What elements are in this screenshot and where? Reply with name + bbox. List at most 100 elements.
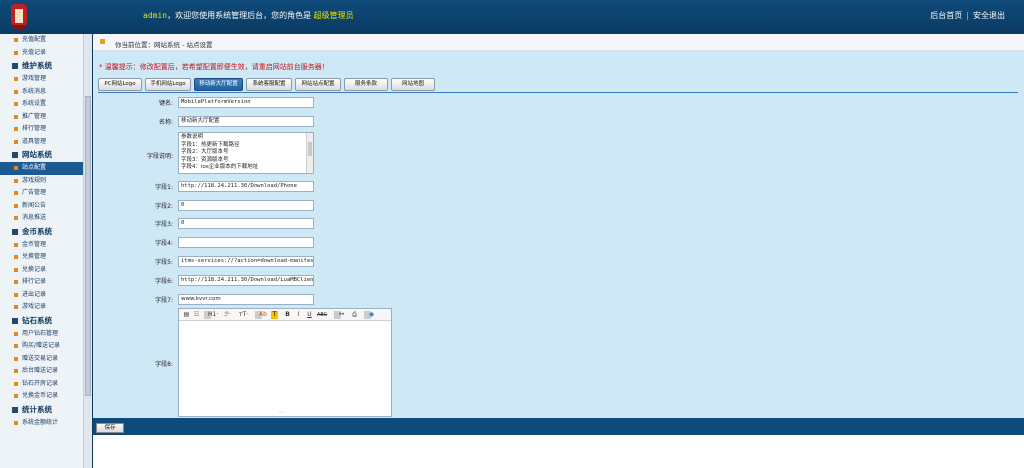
sidebar-item[interactable]: 购买/赠送记录	[0, 340, 83, 353]
sidebar-item[interactable]: 充值配置	[0, 34, 83, 47]
sidebar-item[interactable]: 排行记录	[0, 276, 83, 289]
font-size-button[interactable]: ᴛT·	[239, 311, 248, 319]
sidebar-item[interactable]: 游戏管理	[0, 73, 83, 86]
bullet-icon	[14, 292, 18, 297]
group-icon	[12, 228, 18, 235]
bullet-icon	[14, 381, 18, 386]
resize-handle-icon[interactable]: ⋯	[279, 411, 289, 416]
sidebar-label: 充值记录	[22, 48, 47, 56]
sidebar-item[interactable]: 兑换金币记录	[0, 390, 83, 403]
sidebar-item[interactable]: 用户钻石管理	[0, 328, 83, 341]
field2-input[interactable]: 0	[178, 200, 314, 211]
field8-label: 字段8:	[155, 361, 173, 368]
sidebar-group[interactable]: 统计系统	[0, 403, 83, 417]
sidebar-item[interactable]: 广告管理	[0, 187, 83, 200]
font-family-button[interactable]: ℱ·	[224, 311, 231, 319]
sidebar-label: 游戏规则	[22, 176, 47, 184]
sidebar-item[interactable]: 推广管理	[0, 111, 83, 124]
save-button[interactable]: 保存	[96, 423, 124, 433]
logout-link[interactable]: 安全退出	[973, 11, 1005, 20]
bullet-icon	[14, 114, 18, 119]
field7-input[interactable]: www.kvvr.com	[178, 294, 314, 305]
sidebar-label: 兑换管理	[22, 253, 47, 260]
sidebar-label: 广告管理	[22, 189, 47, 196]
sidebar-label: 赠送交易记录	[22, 354, 59, 362]
sidebar-item[interactable]: 游戏规则	[0, 175, 83, 188]
sidebar-group[interactable]: 网站系统	[0, 148, 83, 162]
italic-button[interactable]: I	[295, 311, 302, 319]
field2-label: 字段2:	[155, 203, 173, 210]
heading-button[interactable]: H1·	[208, 311, 218, 319]
field3-input[interactable]: 0	[178, 218, 314, 229]
sidebar-item[interactable]: 赠送交易记录	[0, 353, 83, 366]
tab-terms[interactable]: 服务条款	[344, 78, 388, 91]
bullet-icon	[14, 356, 18, 361]
name-input[interactable]: 移动新大厅配置	[178, 116, 314, 127]
link-icon[interactable]: ⚯	[338, 311, 345, 319]
scrollbar-thumb[interactable]	[85, 96, 91, 396]
sidebar-item[interactable]: 兑换管理	[0, 251, 83, 264]
field6-label: 字段6:	[155, 278, 173, 285]
tab-mobile-logo[interactable]: 手机网站Logo	[145, 78, 191, 91]
bullet-icon	[14, 50, 18, 55]
sidebar-item[interactable]: 游戏记录	[0, 301, 83, 314]
sidebar-scrollbar[interactable]	[83, 34, 92, 468]
sidebar-label: 金币管理	[22, 240, 47, 248]
sidebar-item[interactable]: 充值记录	[0, 47, 83, 60]
field8-editor[interactable]: ▤ ☷ H1· ℱ· ᴛT· Ab T B I U ABC ⚯ ⎙ ◉ ⋯	[178, 308, 392, 417]
underline-button[interactable]: U	[306, 311, 313, 319]
sidebar-item[interactable]: 系统金额统计	[0, 417, 83, 430]
font-color-button[interactable]: Ab	[259, 311, 267, 319]
admin-home-link[interactable]: 后台首页	[930, 11, 962, 20]
sidebar-label: 系统金额统计	[22, 418, 59, 426]
field4-input[interactable]	[178, 237, 314, 248]
sidebar-item[interactable]: 新闻公告	[0, 200, 83, 213]
sidebar-item[interactable]: 后台赠送记录	[0, 365, 83, 378]
print-icon[interactable]: ⎙	[351, 311, 358, 319]
bullet-icon	[14, 89, 18, 94]
field6-input[interactable]: http://118.24.211.30/Download/LuaMBClien…	[178, 275, 314, 286]
field5-label: 字段5:	[155, 259, 173, 266]
desc-textarea[interactable]: 参数说明 字段1：热更新下载路径 字段2：大厅版本号 字段3：资源版本号 字段4…	[178, 132, 314, 174]
sidebar-label: 金币系统	[22, 226, 52, 236]
sidebar-label: 钻石系统	[22, 315, 52, 325]
sidebar-item[interactable]: 站点配置	[0, 162, 83, 175]
field1-input[interactable]: http://118.24.211.30/Download/Phone	[178, 181, 314, 192]
textarea-scrollbar[interactable]	[306, 133, 313, 173]
field1-label: 字段1:	[155, 184, 173, 191]
sidebar-group[interactable]: 钻石系统	[0, 314, 83, 328]
bullet-icon	[14, 102, 18, 106]
sidebar-label: 兑换记录	[22, 265, 47, 273]
tab-site-config[interactable]: 网站站点配置	[295, 78, 341, 91]
sidebar-item[interactable]: 消息推送	[0, 212, 83, 225]
sidebar-item[interactable]: 兑换记录	[0, 264, 83, 277]
key-input[interactable]: MobilePlatformVersion	[178, 97, 314, 108]
sidebar-item[interactable]: 钻石开房记录	[0, 378, 83, 391]
sidebar-item[interactable]: 道具管理	[0, 136, 83, 149]
format-icon[interactable]: ☷	[193, 311, 200, 319]
scrollbar-thumb[interactable]	[308, 142, 312, 156]
sidebar-group[interactable]: 维护系统	[0, 59, 83, 73]
sidebar-item[interactable]: 金币管理	[0, 239, 83, 252]
top-links: 后台首页 | 安全退出	[930, 10, 1005, 21]
tab-sitemap[interactable]: 网站地图	[391, 78, 435, 91]
source-icon[interactable]: ▤	[183, 311, 190, 319]
sidebar-item[interactable]: 排行管理	[0, 123, 83, 136]
tab-divider	[98, 92, 1018, 93]
sidebar-item[interactable]: 进出记录	[0, 289, 83, 302]
tab-service-config[interactable]: 系统客服配置	[246, 78, 292, 91]
sidebar-group[interactable]: 金币系统	[0, 225, 83, 239]
highlight-button[interactable]: T	[271, 311, 278, 319]
welcome-message: admin，欢迎您使用系统管理后台，您的角色是 超级管理员	[143, 10, 354, 21]
bullet-icon	[14, 280, 18, 284]
bold-button[interactable]: B	[284, 311, 291, 319]
tab-pc-logo[interactable]: PC网站Logo	[98, 78, 142, 91]
sidebar-item[interactable]: 系统设置	[0, 98, 83, 111]
sidebar-item[interactable]: 系统消息	[0, 86, 83, 99]
tab-mobile-lobby-config[interactable]: 移动新大厅配置	[194, 78, 243, 91]
about-icon[interactable]: ◉	[368, 311, 375, 319]
field5-input[interactable]: itms-services://?action=download-manifes…	[178, 256, 314, 267]
sidebar-label: 新闻公告	[22, 201, 47, 209]
field3-label: 字段3:	[155, 221, 173, 228]
strike-button[interactable]: ABC	[317, 311, 327, 319]
